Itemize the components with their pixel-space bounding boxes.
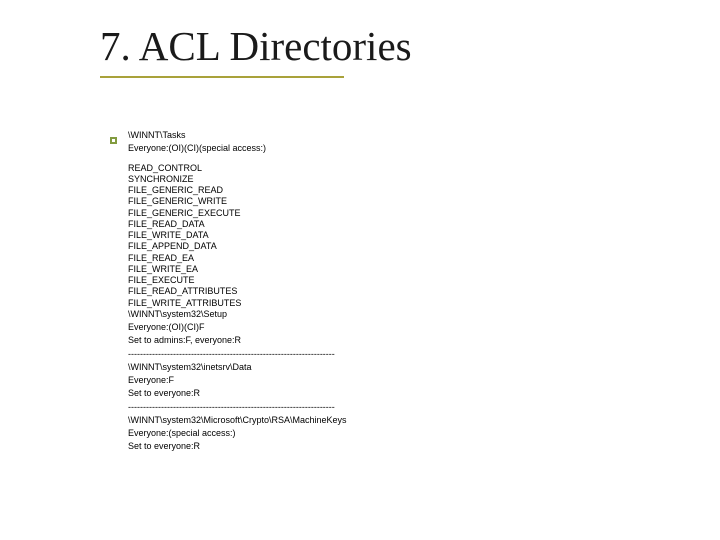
perm-item: FILE_EXECUTE — [128, 275, 660, 286]
ace-3: Everyone:F — [128, 375, 660, 386]
action-4: Set to everyone:R — [128, 441, 660, 452]
perm-item: FILE_WRITE_ATTRIBUTES — [128, 298, 660, 309]
path-4: \WINNT\system32\Microsoft\Crypto\RSA\Mac… — [128, 415, 660, 426]
perm-item: FILE_READ_DATA — [128, 219, 660, 230]
slide-body: \WINNT\Tasks Everyone:(OI)(CI)(special a… — [128, 130, 660, 455]
perm-item: FILE_READ_EA — [128, 253, 660, 264]
perm-item: FILE_WRITE_EA — [128, 264, 660, 275]
title-underline — [100, 76, 344, 78]
perm-item: FILE_GENERIC_EXECUTE — [128, 208, 660, 219]
path-3: \WINNT\system32\inetsrv\Data — [128, 362, 660, 373]
perm-item: SYNCHRONIZE — [128, 174, 660, 185]
ace-4: Everyone:(special access:) — [128, 428, 660, 439]
action-3: Set to everyone:R — [128, 388, 660, 399]
perm-list: READ_CONTROL SYNCHRONIZE FILE_GENERIC_RE… — [128, 163, 660, 309]
perm-item: FILE_READ_ATTRIBUTES — [128, 286, 660, 297]
action-2: Set to admins:F, everyone:R — [128, 335, 660, 346]
ace-2: Everyone:(OI)(CI)F — [128, 322, 660, 333]
path-2: \WINNT\system32\Setup — [128, 309, 660, 320]
divider-line: ----------------------------------------… — [128, 402, 660, 413]
perm-item: READ_CONTROL — [128, 163, 660, 174]
perm-item: FILE_GENERIC_READ — [128, 185, 660, 196]
perm-item: FILE_APPEND_DATA — [128, 241, 660, 252]
perm-item: FILE_GENERIC_WRITE — [128, 196, 660, 207]
divider-line: ----------------------------------------… — [128, 349, 660, 360]
ace-1: Everyone:(OI)(CI)(special access:) — [128, 143, 660, 154]
bullet-square-icon — [110, 137, 117, 144]
path-1: \WINNT\Tasks — [128, 130, 660, 141]
slide-title: 7. ACL Directories — [100, 24, 412, 69]
title-row: 7. ACL Directories — [100, 24, 680, 69]
slide: 7. ACL Directories \WINNT\Tasks Everyone… — [0, 0, 720, 540]
perm-item: FILE_WRITE_DATA — [128, 230, 660, 241]
